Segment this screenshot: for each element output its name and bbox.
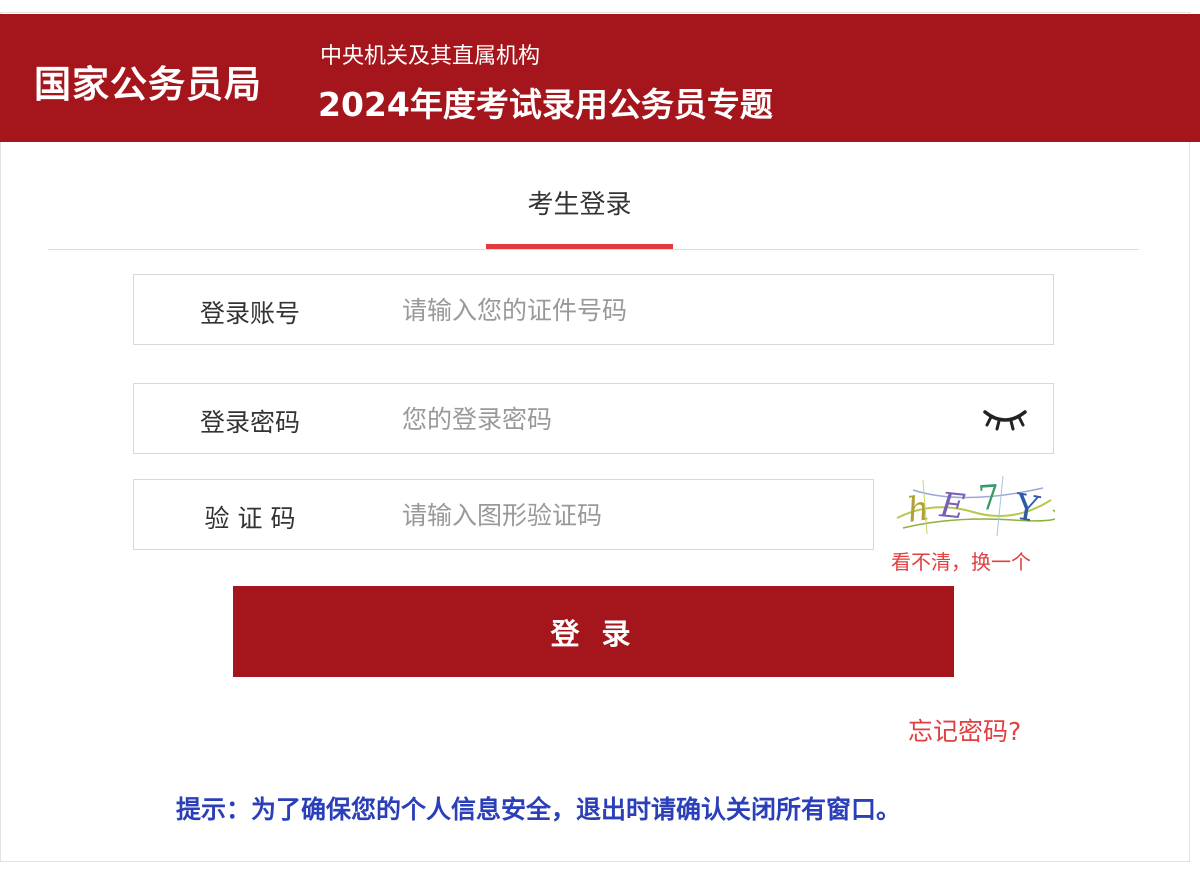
captcha-refresh-link[interactable]: 看不清，换一个 <box>891 546 1031 575</box>
site-header: 国家公务员局 中央机关及其直属机构 2024年度考试录用公务员专题 <box>0 14 1200 142</box>
captcha-image[interactable]: h E 7 Y <box>893 470 1055 540</box>
account-field: 登录账号 <box>133 274 1054 345</box>
tab-divider <box>48 249 1139 250</box>
password-label: 登录密码 <box>199 408 300 437</box>
account-label: 登录账号 <box>199 299 300 328</box>
password-field: 登录密码 <box>133 383 1054 454</box>
account-input[interactable] <box>402 293 1002 327</box>
eye-closed-icon[interactable] <box>981 406 1029 434</box>
captcha-field: 验 证 码 <box>133 479 874 550</box>
captcha-char: E <box>937 485 967 527</box>
captcha-input[interactable] <box>402 498 842 532</box>
captcha-label: 验 证 码 <box>204 504 296 533</box>
tab-candidate-login[interactable]: 考生登录 <box>486 184 673 221</box>
header-subtitle-top: 中央机关及其直属机构 <box>320 44 541 69</box>
brand-title: 国家公务员局 <box>34 63 262 106</box>
password-input[interactable] <box>402 402 942 436</box>
header-subtitle-main: 2024年度考试录用公务员专题 <box>318 85 773 124</box>
login-page: 国家公务员局 中央机关及其直属机构 2024年度考试录用公务员专题 考生登录 登… <box>0 0 1200 869</box>
security-notice: 提示：为了确保您的个人信息安全，退出时请确认关闭所有窗口。 <box>176 795 902 824</box>
captcha-char: 7 <box>977 478 1001 519</box>
login-button[interactable]: 登 录 <box>233 586 954 677</box>
forgot-password-link[interactable]: 忘记密码? <box>908 712 1021 748</box>
